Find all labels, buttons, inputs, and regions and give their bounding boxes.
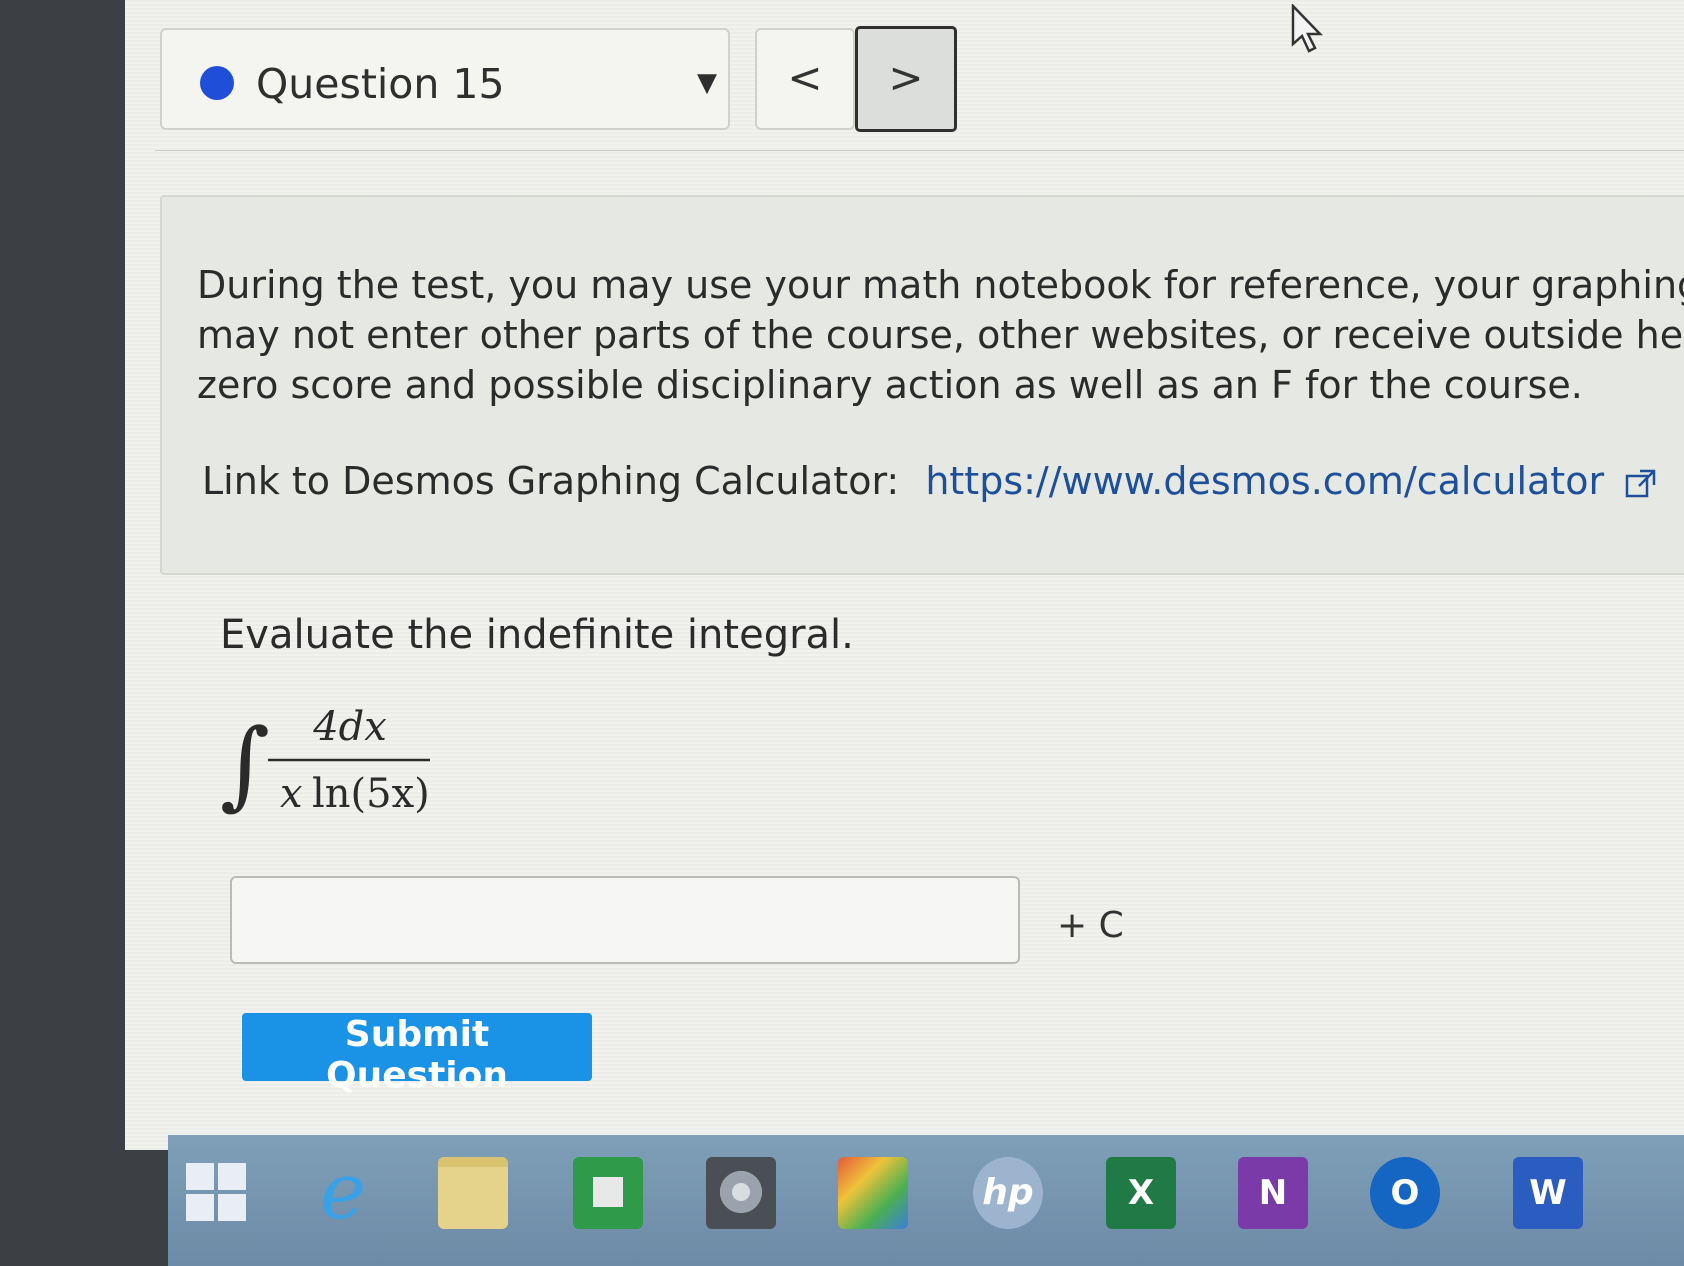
- question-prompt: Evaluate the indefinite integral.: [220, 612, 854, 658]
- store-icon[interactable]: [573, 1157, 643, 1229]
- instructions-line: During the test, you may use your math n…: [197, 263, 1684, 307]
- integral-numerator: 4dx: [312, 704, 387, 750]
- external-link-icon[interactable]: [1624, 467, 1658, 501]
- question-label: Question 15: [256, 60, 505, 108]
- instructions-line: may not enter other parts of the course,…: [197, 313, 1684, 357]
- question-status-dot: [200, 66, 234, 100]
- header-divider: [155, 150, 1684, 151]
- photos-app-icon[interactable]: [838, 1157, 908, 1229]
- taskbar: e hp X N O W: [168, 1135, 1684, 1266]
- instructions-text: During the test, you may use your math n…: [197, 260, 1684, 410]
- desmos-label: Link to Desmos Graphing Calculator:: [202, 459, 900, 503]
- outlook-icon[interactable]: O: [1370, 1157, 1440, 1229]
- hp-app-icon[interactable]: hp: [973, 1157, 1043, 1229]
- instructions-line: zero score and possible disciplinary act…: [197, 363, 1583, 407]
- caret-down-icon: ▼: [697, 68, 717, 98]
- previous-question-button[interactable]: <: [755, 28, 855, 130]
- test-instructions-box: During the test, you may use your math n…: [160, 195, 1684, 575]
- denominator-function: ln(5x): [312, 771, 430, 817]
- excel-icon[interactable]: X: [1106, 1157, 1176, 1229]
- browser-screen: Question 15 ▼ < > During the test, you m…: [125, 0, 1684, 1150]
- file-explorer-icon[interactable]: [438, 1157, 508, 1229]
- next-question-button[interactable]: >: [855, 26, 957, 132]
- windows-start-icon[interactable]: [186, 1163, 248, 1223]
- question-select[interactable]: Question 15 ▼: [160, 28, 730, 130]
- submit-question-button[interactable]: Submit Question: [242, 1013, 592, 1096]
- constant-of-integration: + C: [1057, 905, 1124, 946]
- desmos-row: Link to Desmos Graphing Calculator: http…: [202, 459, 1658, 503]
- integral-sign: ∫: [220, 708, 270, 820]
- word-icon[interactable]: W: [1513, 1157, 1583, 1229]
- answer-input[interactable]: [230, 876, 1020, 964]
- denominator-variable: x: [280, 771, 303, 817]
- mouse-cursor-icon: [1291, 4, 1323, 53]
- integral-expression: ∫ 4dx x ln(5x): [220, 704, 430, 820]
- desmos-link[interactable]: https://www.desmos.com/calculator: [925, 459, 1604, 503]
- media-player-icon[interactable]: [706, 1157, 776, 1229]
- onenote-icon[interactable]: N: [1238, 1157, 1308, 1229]
- internet-explorer-icon[interactable]: e: [308, 1153, 378, 1231]
